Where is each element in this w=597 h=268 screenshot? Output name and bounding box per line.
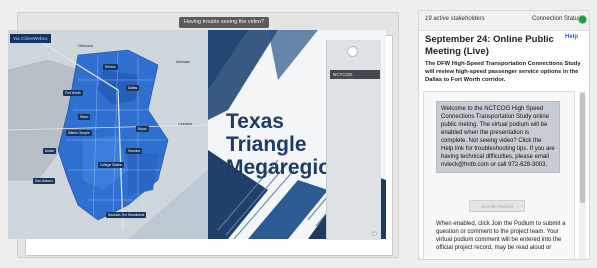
- connection-status-label: Connection Status:: [532, 16, 583, 22]
- panel-header: 19 active stakeholders Connection Status…: [419, 11, 589, 31]
- welcome-notice: Welcome to the NCTCOG High Speed Connect…: [436, 101, 560, 173]
- map-logo: Via CitiesWebex: [10, 34, 51, 43]
- map-city-label: College Station: [98, 162, 125, 168]
- side-panel: 19 active stakeholders Connection Status…: [418, 10, 590, 260]
- scrollbar[interactable]: [579, 91, 586, 259]
- meeting-description: The DFW High-Speed Transportation Connec…: [425, 61, 581, 83]
- map-city-label: Houston-The Woodlands: [106, 212, 147, 218]
- podium-content: Welcome to the NCTCOG High Speed Connect…: [423, 91, 575, 259]
- page: Having trouble seeing the video? Via Cit…: [0, 0, 597, 268]
- join-podium-button[interactable]: Join the Podium: [469, 200, 525, 212]
- map-city-label: Killeen-Temple: [66, 130, 92, 136]
- connection-status-icon: [578, 15, 587, 24]
- meeting-title: September 24: Online Public Meeting (Liv…: [425, 34, 554, 57]
- map-city-label: Bryan: [136, 126, 149, 132]
- map-city-label: Houston: [126, 148, 143, 154]
- map-city-label: Dallas: [126, 85, 140, 91]
- map-city-label: Fort Worth: [63, 90, 83, 96]
- help-link[interactable]: Help: [565, 34, 578, 40]
- scrollbar-thumb[interactable]: [580, 93, 585, 203]
- map-region-label: Arkansas: [176, 60, 190, 64]
- texas-map: Via CitiesWebex Denton Dallas Fort Worth…: [8, 30, 208, 239]
- trouble-seeing-video-button[interactable]: Having trouble seeing the video?: [179, 17, 270, 28]
- participant-avatar-icon: [347, 46, 358, 57]
- map-region-label: Louisiana: [178, 122, 193, 126]
- expand-icon[interactable]: ▢: [372, 231, 377, 237]
- participant-label: NCTCOG: [330, 70, 380, 79]
- map-region-label: Oklahoma: [78, 44, 94, 48]
- podium-instructions: When enabled, click Join the Podium to s…: [436, 221, 566, 251]
- map-city-label: San Antonio: [33, 178, 55, 184]
- map-city-label: Waco: [78, 114, 91, 120]
- map-city-label: Denton: [103, 64, 118, 70]
- map-city-label: Austin: [43, 148, 57, 154]
- stakeholder-count: 19 active stakeholders: [425, 16, 485, 22]
